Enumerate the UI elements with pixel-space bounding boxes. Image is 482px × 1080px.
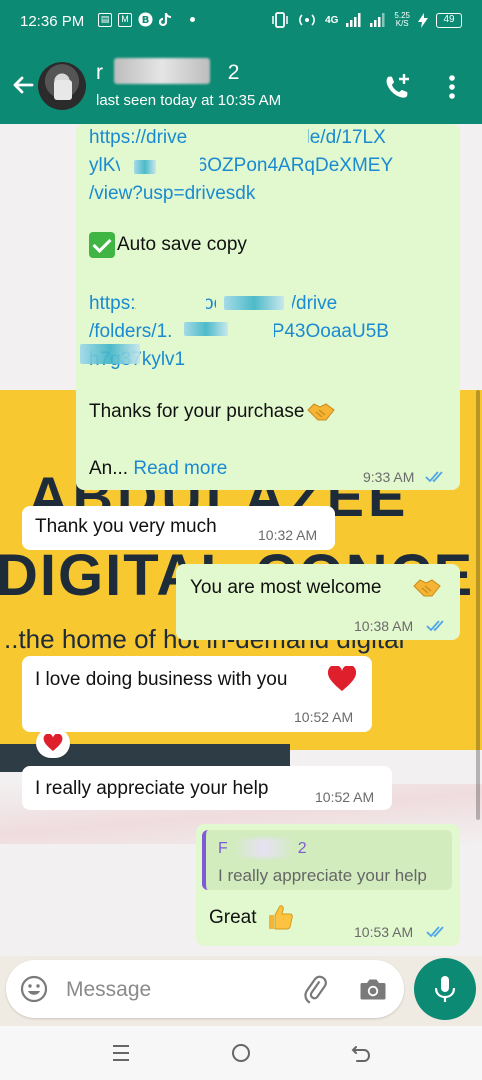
tiktok-icon <box>159 12 172 27</box>
message-text: You are most welcome <box>190 577 382 598</box>
signal-icon <box>346 13 361 27</box>
paperclip-icon[interactable] <box>300 974 330 1004</box>
thanks-line: Thanks for your purchase <box>89 400 336 424</box>
message-bubble-outgoing[interactable]: https://drive.google.com/file/d/17LX ylK… <box>76 124 460 490</box>
auto-save-text: Auto save copy <box>117 234 247 255</box>
net-speed: 5.25 K/S <box>394 12 410 28</box>
charging-icon <box>418 12 428 28</box>
redaction <box>188 126 308 148</box>
message-text: I love doing business with you <box>35 669 288 690</box>
message-text: Great <box>209 907 257 928</box>
handshake-icon <box>307 403 336 421</box>
status-time: 12:36 PM <box>20 13 85 30</box>
scroll-indicator[interactable] <box>476 390 480 820</box>
redaction <box>224 296 284 310</box>
redaction <box>134 160 156 174</box>
camera-icon[interactable] <box>358 974 388 1004</box>
add-call-icon[interactable] <box>382 72 412 102</box>
gmail-icon: M <box>118 12 132 27</box>
quoted-message[interactable]: F 2 I really appreciate your help <box>202 830 452 890</box>
notification-icons: ▤ M B <box>98 12 195 27</box>
recents-icon[interactable] <box>108 1040 134 1066</box>
contact-name-start: r <box>96 61 104 84</box>
system-icons: 4G 5.25 K/S 49 <box>271 12 462 28</box>
home-icon[interactable] <box>228 1040 254 1066</box>
vibrate-icon <box>272 12 288 28</box>
message-input[interactable] <box>64 975 288 1005</box>
quoted-text: I really appreciate your help <box>218 866 427 885</box>
mic-button[interactable] <box>414 958 476 1020</box>
reaction-badge[interactable] <box>36 728 70 758</box>
message-time: 10:32 AM <box>258 527 318 543</box>
link-line: h7g37kylv1 <box>89 346 449 374</box>
thanks-text: Thanks for your purchase <box>89 401 305 422</box>
hotspot-icon <box>299 14 315 26</box>
signal-icon-2 <box>370 13 385 27</box>
mic-icon <box>434 976 456 1002</box>
more-notifications-dot <box>190 17 195 22</box>
message-time: 10:38 AM <box>354 618 414 634</box>
handshake-icon <box>413 579 441 597</box>
avatar[interactable] <box>38 62 86 110</box>
message-text: I really appreciate your help <box>35 778 269 799</box>
message-time: 10:52 AM <box>315 789 375 805</box>
read-ticks-icon <box>426 620 444 632</box>
contact-name-end: 2 <box>227 61 241 84</box>
message-text: Thank you very much <box>35 516 217 537</box>
message-time: 9:33 AM <box>363 469 415 485</box>
message-bubble-outgoing[interactable]: F 2 I really appreciate your help Great 1… <box>196 824 460 946</box>
truncated-line: An... Read more <box>89 458 227 480</box>
message-bubble-outgoing[interactable]: You are most welcome 10:38 AM <box>176 564 460 640</box>
quoted-author-redaction <box>234 838 294 858</box>
message-time: 10:52 AM <box>294 709 354 725</box>
thumbs-up-icon <box>269 905 293 930</box>
svg-text:B: B <box>142 15 150 26</box>
chat-header: r 2 last seen today at 10:35 AM <box>0 46 482 124</box>
back-nav-icon[interactable] <box>348 1040 374 1066</box>
message-composer <box>6 960 404 1018</box>
redaction <box>120 152 200 178</box>
message-bubble-incoming[interactable]: I love doing business with you 10:52 AM <box>22 656 372 732</box>
message-bubble-incoming[interactable]: Thank you very much 10:32 AM <box>22 506 335 550</box>
quoted-author-start: F <box>218 840 228 857</box>
net-speed-unit: K/S <box>395 19 409 28</box>
redaction <box>184 322 228 336</box>
redaction <box>136 292 206 316</box>
battery-icon: 49 <box>436 12 462 28</box>
contact-name-redaction <box>114 58 210 84</box>
heart-icon <box>327 666 357 691</box>
emoji-icon[interactable] <box>20 975 48 1003</box>
check-mark-button-icon <box>89 232 115 258</box>
redaction <box>80 344 140 364</box>
message-bubble-incoming[interactable]: I really appreciate your help 10:52 AM <box>22 766 392 810</box>
bitcoin-icon: B <box>138 12 153 27</box>
message-time: 10:53 AM <box>354 924 414 940</box>
last-seen-status: last seen today at 10:35 AM <box>96 92 282 109</box>
read-ticks-icon <box>426 926 444 938</box>
network-type: 4G <box>325 14 339 26</box>
auto-save-line: Auto save copy <box>89 232 449 258</box>
truncated-text: An... <box>89 458 129 479</box>
read-ticks-icon <box>425 471 443 483</box>
heart-reaction-icon <box>43 734 63 751</box>
system-navigation-bar <box>0 1026 482 1080</box>
notification-icon: ▤ <box>98 12 112 27</box>
quoted-author-end: 2 <box>297 840 307 857</box>
read-more-link[interactable]: Read more <box>133 458 227 479</box>
back-arrow-icon[interactable] <box>8 70 38 100</box>
more-vert-icon[interactable] <box>438 72 466 102</box>
status-bar: 12:36 PM ▤ M B 4G 5.25 K/S 49 <box>0 0 482 46</box>
link-line: /view?usp=drivesdk <box>89 183 256 204</box>
